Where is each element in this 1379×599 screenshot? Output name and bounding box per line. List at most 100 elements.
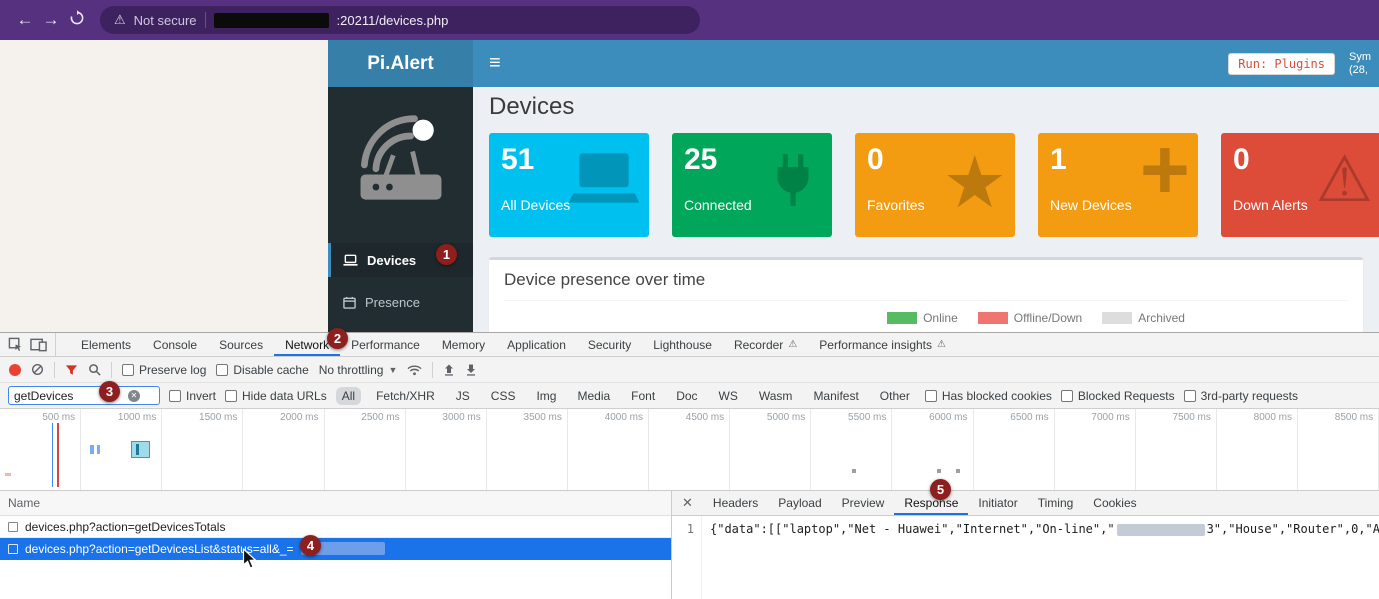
domcontentloaded-marker <box>52 423 53 487</box>
record-icon[interactable] <box>9 364 21 376</box>
legend-swatch-offline <box>978 312 1008 324</box>
request-row-selected[interactable]: devices.php?action=getDevicesList&status… <box>0 538 671 560</box>
timeline-column: 6500 ms <box>974 409 1055 490</box>
inspect-element-icon[interactable] <box>8 337 23 352</box>
request-dot <box>5 473 11 476</box>
chip-font[interactable]: Font <box>625 387 661 405</box>
clear-filter-icon[interactable]: ✕ <box>128 390 140 402</box>
import-har-icon[interactable] <box>443 364 455 376</box>
network-filter-field[interactable]: ✕ <box>8 386 160 405</box>
run-plugins-button[interactable]: Run: Plugins <box>1228 53 1335 75</box>
devtools-panel: Elements Console Sources Network Perform… <box>0 332 1379 599</box>
chip-wasm[interactable]: Wasm <box>753 387 799 405</box>
star-icon: ★ <box>942 147 1007 219</box>
blocked-requests-checkbox[interactable]: Blocked Requests <box>1061 389 1175 403</box>
preserve-log-checkbox[interactable]: Preserve log <box>122 363 206 377</box>
chip-doc[interactable]: Doc <box>670 387 703 405</box>
calendar-icon <box>343 296 356 309</box>
chip-fetch-xhr[interactable]: Fetch/XHR <box>370 387 441 405</box>
chip-img[interactable]: Img <box>530 387 562 405</box>
disable-cache-checkbox[interactable]: Disable cache <box>216 363 308 377</box>
legend-item-archived[interactable]: Archived <box>1102 311 1185 325</box>
stat-card-new-devices[interactable]: 1 New Devices + <box>1038 133 1198 237</box>
tab-elements[interactable]: Elements <box>70 333 142 356</box>
tab-timing[interactable]: Timing <box>1028 491 1084 515</box>
app-brand[interactable]: Pi.Alert <box>328 40 473 87</box>
header-device-line2: (28, <box>1349 64 1368 76</box>
export-har-icon[interactable] <box>465 364 477 376</box>
laptop-icon <box>567 147 641 209</box>
invert-checkbox[interactable]: Invert <box>169 389 216 403</box>
chip-css[interactable]: CSS <box>485 387 522 405</box>
throttling-select[interactable]: No throttling ▼ <box>319 363 398 377</box>
stat-cards-row: 51 All Devices 25 Connected <box>489 133 1379 237</box>
chip-js[interactable]: JS <box>450 387 476 405</box>
request-checkbox[interactable] <box>8 544 18 554</box>
tab-console[interactable]: Console <box>142 333 208 356</box>
network-conditions-icon[interactable] <box>407 364 422 376</box>
tab-payload[interactable]: Payload <box>768 491 831 515</box>
response-viewer[interactable]: 1 {"data":[["laptop","Net - Huawei","Int… <box>672 516 1379 599</box>
tab-cookies[interactable]: Cookies <box>1083 491 1146 515</box>
laptop-icon <box>343 254 358 267</box>
timeline-column: 5000 ms <box>730 409 811 490</box>
tab-recorder[interactable]: Recorder ⚠ <box>723 333 808 356</box>
chip-media[interactable]: Media <box>571 387 616 405</box>
hide-data-urls-checkbox[interactable]: Hide data URLs <box>225 389 327 403</box>
tab-headers[interactable]: Headers <box>703 491 768 515</box>
clear-icon[interactable] <box>31 363 44 376</box>
tab-performance[interactable]: Performance <box>340 333 431 356</box>
legend-item-offline[interactable]: Offline/Down <box>978 311 1082 325</box>
legend-item-online[interactable]: Online <box>887 311 958 325</box>
sidebar-item-presence[interactable]: Presence <box>328 285 473 319</box>
back-icon[interactable]: ← <box>12 10 38 30</box>
legend-label: Online <box>923 311 958 325</box>
timeline-column: 6000 ms <box>892 409 973 490</box>
search-icon[interactable] <box>88 363 101 376</box>
tab-performance-insights[interactable]: Performance insights ⚠ <box>808 333 957 356</box>
tab-memory[interactable]: Memory <box>431 333 496 356</box>
throttling-value: No throttling <box>319 363 384 377</box>
tab-lighthouse[interactable]: Lighthouse <box>642 333 723 356</box>
toolbar-divider <box>54 362 55 378</box>
timeline-column: 1500 ms <box>162 409 243 490</box>
tab-label: Recorder <box>734 338 783 352</box>
app-main: ≡ Run: Plugins Sym (28, Devices 51 All D… <box>473 40 1379 332</box>
request-dot <box>956 469 960 473</box>
address-bar[interactable]: ⚠ Not secure :20211/devices.php <box>100 6 700 34</box>
close-icon[interactable]: ✕ <box>672 491 703 515</box>
chip-ws[interactable]: WS <box>713 387 744 405</box>
timeline-label: 6500 ms <box>1010 412 1048 423</box>
has-blocked-cookies-checkbox[interactable]: Has blocked cookies <box>925 389 1052 403</box>
forward-icon[interactable]: → <box>38 10 64 30</box>
timeline-label: 6000 ms <box>929 412 967 423</box>
sidebar-item-label: Presence <box>365 295 420 310</box>
tab-preview[interactable]: Preview <box>832 491 895 515</box>
line-number-gutter: 1 <box>672 516 702 599</box>
requests-name-header[interactable]: Name <box>0 491 671 516</box>
tab-sources[interactable]: Sources <box>208 333 274 356</box>
request-checkbox[interactable] <box>8 522 18 532</box>
stat-card-all-devices[interactable]: 51 All Devices <box>489 133 649 237</box>
reload-icon[interactable] <box>64 10 90 31</box>
third-party-requests-checkbox[interactable]: 3rd-party requests <box>1184 389 1298 403</box>
tab-security[interactable]: Security <box>577 333 642 356</box>
stat-card-down-alerts[interactable]: 0 Down Alerts ⚠ <box>1221 133 1379 237</box>
tab-application[interactable]: Application <box>496 333 577 356</box>
address-divider <box>205 12 206 28</box>
chip-other[interactable]: Other <box>874 387 916 405</box>
checkbox-icon <box>225 390 237 402</box>
devtools-pane-icons <box>0 333 56 356</box>
load-event-marker <box>57 423 59 487</box>
stat-card-favorites[interactable]: 0 Favorites ★ <box>855 133 1015 237</box>
tab-initiator[interactable]: Initiator <box>968 491 1027 515</box>
network-overview-timeline[interactable]: 500 ms 1000 ms 1500 ms 2000 ms 2500 ms 3… <box>0 409 1379 491</box>
chip-all[interactable]: All <box>336 387 361 405</box>
filter-icon[interactable] <box>65 364 78 376</box>
menu-toggle-icon[interactable]: ≡ <box>489 52 501 75</box>
chart-legend: Online Offline/Down Archived <box>504 311 1348 325</box>
chip-manifest[interactable]: Manifest <box>807 387 864 405</box>
device-toolbar-icon[interactable] <box>30 338 47 352</box>
stat-card-connected[interactable]: 25 Connected <box>672 133 832 237</box>
request-row[interactable]: devices.php?action=getDevicesTotals <box>0 516 671 538</box>
